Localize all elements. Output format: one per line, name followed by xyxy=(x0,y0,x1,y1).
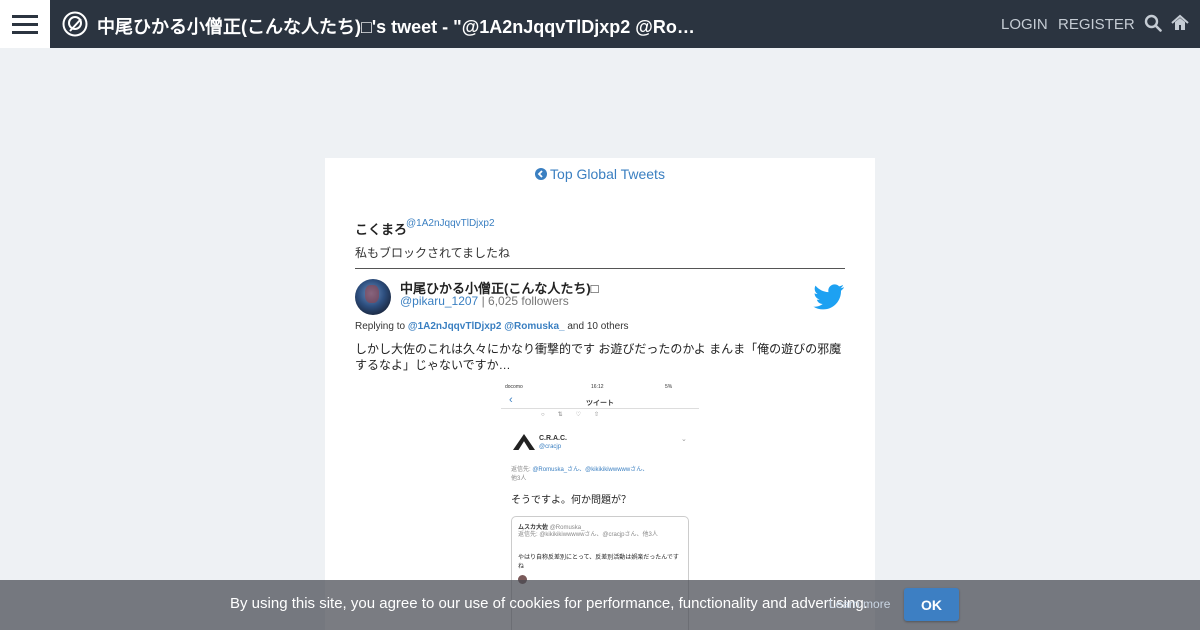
mention-link[interactable]: @1A2nJqqvTlDjxp2 xyxy=(408,321,502,332)
register-link[interactable]: REGISTER xyxy=(1058,16,1135,33)
divider xyxy=(501,408,699,409)
crac-logo-icon xyxy=(513,434,535,450)
screenshot-quote-reply-to: 返信先: @kikikikiwwwwwさん、@cracjpさん、他3人 xyxy=(518,532,658,538)
tweet-actions-icons: ○⇅♡⇧ xyxy=(541,412,613,418)
screenshot-author-name: C.R.A.C. xyxy=(539,435,567,442)
twitter-bird-icon[interactable] xyxy=(813,284,845,312)
divider xyxy=(355,268,845,269)
avatar[interactable] xyxy=(355,279,391,315)
page-title: 中尾ひかる小僧正(こんな人たち)□'s tweet - "@1A2nJqqvTl… xyxy=(97,17,707,37)
cookie-text: By using this site, you agree to our use… xyxy=(230,595,868,612)
quoted-author-handle[interactable]: @pikaru_1207 xyxy=(400,294,478,308)
status-battery: 5% xyxy=(665,384,673,390)
screenshot-quote-author: ムスカ大佐 @Romuska_ xyxy=(518,522,584,531)
reply-to-prefix: 返信先: xyxy=(511,467,531,473)
top-navbar: 中尾ひかる小僧正(こんな人たち)□'s tweet - "@1A2nJqqvTl… xyxy=(0,0,1200,48)
reply-author-name: こくまろ xyxy=(355,222,408,237)
mention-link[interactable]: @Romuska_ xyxy=(504,321,564,332)
tweet-card: Top Global Tweets こくまろ @1A2nJqqvTlDjxp2 … xyxy=(325,158,875,630)
screenshot-header-title: ツイート xyxy=(586,400,614,407)
screenshot-reply-to: 返信先: @Romuska_さん、@kikikikiwwwwwさん、 他3人 xyxy=(511,466,691,484)
quoted-tweet-text: しかし大佐のこれは久々にかなり衝撃的です お遊びだったのかよ まんま「俺の遊びの… xyxy=(355,342,842,372)
site-logo-icon[interactable] xyxy=(62,11,88,37)
followers-count: 6,025 followers xyxy=(488,294,569,308)
login-link[interactable]: LOGIN xyxy=(1001,16,1048,33)
screenshot-author-handle: @cracjp xyxy=(539,444,562,450)
quoted-author-meta: @pikaru_1207 | 6,025 followers xyxy=(400,294,569,308)
replying-to: Replying to @1A2nJqqvTlDjxp2 @Romuska_ a… xyxy=(355,321,629,332)
arrow-circle-left-icon xyxy=(535,168,548,180)
replying-prefix: Replying to xyxy=(355,321,406,332)
meta-separator: | xyxy=(478,294,489,308)
screenshot-tweet-body: そうですよ。何か問題が？ xyxy=(511,495,631,506)
reply-to-suffix: 他3人 xyxy=(511,476,527,482)
home-icon[interactable] xyxy=(1171,14,1189,32)
reply-author-handle[interactable]: @1A2nJqqvTlDjxp2 xyxy=(406,218,495,229)
search-icon[interactable] xyxy=(1144,14,1162,32)
status-time: 16:12 xyxy=(591,384,604,390)
menu-icon[interactable] xyxy=(0,0,50,48)
cookie-banner: By using this site, you agree to our use… xyxy=(0,580,1200,630)
learn-more-link[interactable]: Learn more xyxy=(829,597,890,611)
cookie-ok-button[interactable]: OK xyxy=(904,588,959,621)
screenshot-quote-text: やはり自称反差別にとって、反差別活動は娯楽だったんですね xyxy=(518,555,679,570)
reply-to-names: @Romuska_さん、@kikikikiwwwwwさん、 xyxy=(532,467,649,473)
back-link-label: Top Global Tweets xyxy=(550,166,665,182)
status-carrier: docomo xyxy=(505,384,523,390)
reply-text: 私もブロックされてましたね xyxy=(355,246,511,260)
top-global-tweets-link[interactable]: Top Global Tweets xyxy=(325,166,875,182)
replying-suffix: and 10 others xyxy=(567,321,629,332)
chevron-down-icon: ⌄ xyxy=(681,436,687,443)
